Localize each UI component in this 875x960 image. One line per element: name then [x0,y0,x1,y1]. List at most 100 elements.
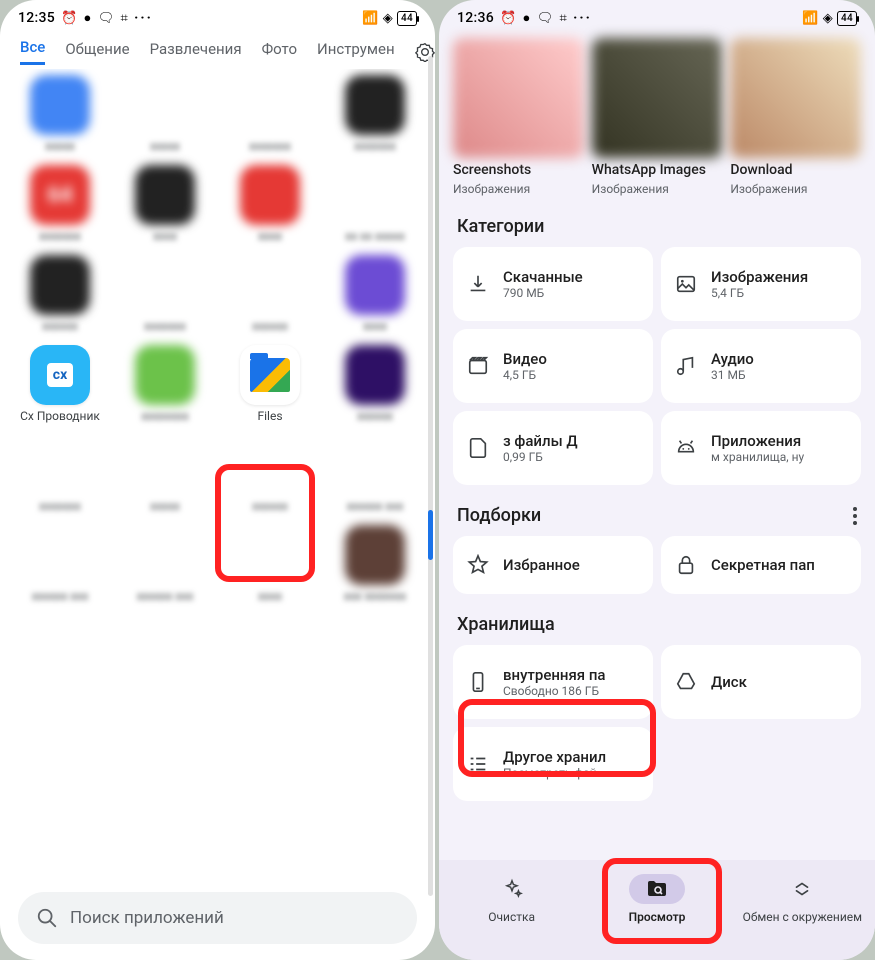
nav-label: Просмотр [629,910,686,924]
app-item[interactable]: xxxxxx xxx [117,525,213,603]
app-item[interactable]: xx xx xxxxx [327,165,423,243]
card-subtitle: 5,4 ГБ [711,286,808,300]
folder-thumbnail [453,38,584,158]
folder-download[interactable]: Download Изображения [730,38,861,196]
app-item[interactable]: xxxxxxx [12,435,108,513]
nav-share[interactable]: Обмен с окружением [737,874,867,924]
signal-icon: 📶 [362,11,379,26]
chat-icon: ● [84,10,92,26]
folder-screenshots[interactable]: Screenshots Изображения [453,38,584,196]
tab-entertainment[interactable]: Развлечения [150,40,242,64]
tab-all[interactable]: Все [20,38,45,65]
category-images[interactable]: Изображения5,4 ГБ [661,247,861,321]
search-placeholder: Поиск приложений [70,908,224,928]
nav-clean[interactable]: Очистка [447,874,577,924]
card-title: Видео [503,350,547,368]
card-subtitle: 0,99 ГБ [503,450,578,464]
card-title: Скачанные [503,268,583,286]
app-item[interactable]: xxxxxxxx [117,345,213,423]
app-item[interactable]: xxxxxx [222,435,318,513]
app-item[interactable]: xxxx [222,525,318,603]
app-item[interactable]: xxxxx [117,435,213,513]
chat-icon: ● [523,10,531,26]
chat-icon-2: 🗨 [98,11,115,26]
storage-grid: внутренняя паСвободно 186 ГБ Диск Другое… [439,645,875,801]
storage-internal[interactable]: внутренняя паСвободно 186 ГБ [453,645,653,719]
android-icon [675,437,697,459]
tab-communication[interactable]: Общение [65,40,129,64]
app-item[interactable]: xxxxxxx [117,255,213,333]
collection-favorites[interactable]: Избранное [453,536,653,594]
app-item[interactable]: xxxxx [12,75,108,153]
nav-label: Обмен с окружением [743,910,862,924]
category-downloads[interactable]: Скачанные790 МБ [453,247,653,321]
app-cx-explorer[interactable]: cx Cx Проводник [12,345,108,423]
app-item[interactable]: xxxxx [117,75,213,153]
more-button[interactable] [853,507,857,525]
app-item[interactable]: xxxx [117,165,213,243]
app-item[interactable]: xxxx [222,165,318,243]
card-title: з файлы Д [503,432,578,450]
tab-tools[interactable]: Инструмен [317,40,395,64]
apps-icon: ⌗ [121,11,129,26]
folder-search-icon [629,874,685,904]
download-icon [467,273,489,295]
alarm-icon: ⏰ [500,11,517,26]
cx-explorer-icon: cx [30,345,90,405]
status-time: 12:35 [18,10,55,26]
category-apps[interactable]: Приложениям хранилища, ну [661,411,861,485]
categories-header: Категории [439,196,875,247]
app-item[interactable]: xxxxxxx [222,75,318,153]
app-item[interactable]: xxxx [327,255,423,333]
drive-icon [675,671,697,693]
card-title: Диск [711,673,747,691]
app-item[interactable]: xxxxxx [222,255,318,333]
app-grid[interactable]: xxxxx xxxxx xxxxxxx xxxxxxx 64xxxxxxx xx… [0,69,435,884]
star-icon [467,554,489,576]
category-documents[interactable]: з файлы Д0,99 ГБ [453,411,653,485]
wifi-icon: ◈ [383,11,393,26]
card-subtitle: Посмотреть фай [503,766,606,780]
folder-title: WhatsApp Images [592,162,723,178]
app-files[interactable]: Files [222,345,318,423]
phone-left: 12:35 ⏰ ● 🗨 ⌗ ··· 📶 ◈ 44 Все Общение Раз… [0,0,435,960]
search-bar[interactable]: Поиск приложений [18,892,417,944]
card-title: Приложения [711,432,804,450]
chat-icon-2: 🗨 [537,11,554,26]
battery-icon: 44 [397,11,417,26]
card-title: Избранное [503,556,580,574]
card-title: Другое хранил [503,748,606,766]
nearby-share-icon [774,874,830,904]
categories-grid: Скачанные790 МБ Изображения5,4 ГБ Видео4… [439,247,875,485]
alarm-icon: ⏰ [61,11,78,26]
collection-secret[interactable]: Секретная пап [661,536,861,594]
app-item[interactable]: xxxxxx xxx [327,435,423,513]
files-icon [240,345,300,405]
card-subtitle: м хранилища, ну [711,450,804,464]
video-icon [467,355,489,377]
app-item[interactable]: xxxxxx [327,345,423,423]
sparkle-icon [484,874,540,904]
category-audio[interactable]: Аудио31 МБ [661,329,861,403]
category-video[interactable]: Видео4,5 ГБ [453,329,653,403]
collections-grid: Избранное Секретная пап [439,536,875,594]
app-item[interactable]: xxxxxx [12,255,108,333]
storage-other[interactable]: Другое хранилПосмотреть фай [453,727,653,801]
card-title: внутренняя па [503,666,606,684]
folder-thumbnail [592,38,723,158]
app-item[interactable]: xxx xxxxxxx [327,525,423,603]
nav-label: Очистка [488,910,535,924]
tab-photo[interactable]: Фото [262,40,297,64]
phone-right: 12:36 ⏰ ● 🗨 ⌗ ··· 📶 ◈ 44 Screenshots Изо… [439,0,875,960]
wifi-icon: ◈ [823,11,833,26]
storage-drive[interactable]: Диск [661,645,861,719]
app-item[interactable]: xxxxxxx [327,75,423,153]
app-label: Files [257,409,282,423]
nav-browse[interactable]: Просмотр [592,874,722,924]
card-subtitle: Свободно 186 ГБ [503,684,606,698]
apps-icon: ⌗ [560,11,568,26]
app-item[interactable]: 64xxxxxxx [12,165,108,243]
app-label: Cx Проводник [20,409,100,423]
folder-whatsapp[interactable]: WhatsApp Images Изображения [592,38,723,196]
app-item[interactable]: xxxxxx xxx [12,525,108,603]
